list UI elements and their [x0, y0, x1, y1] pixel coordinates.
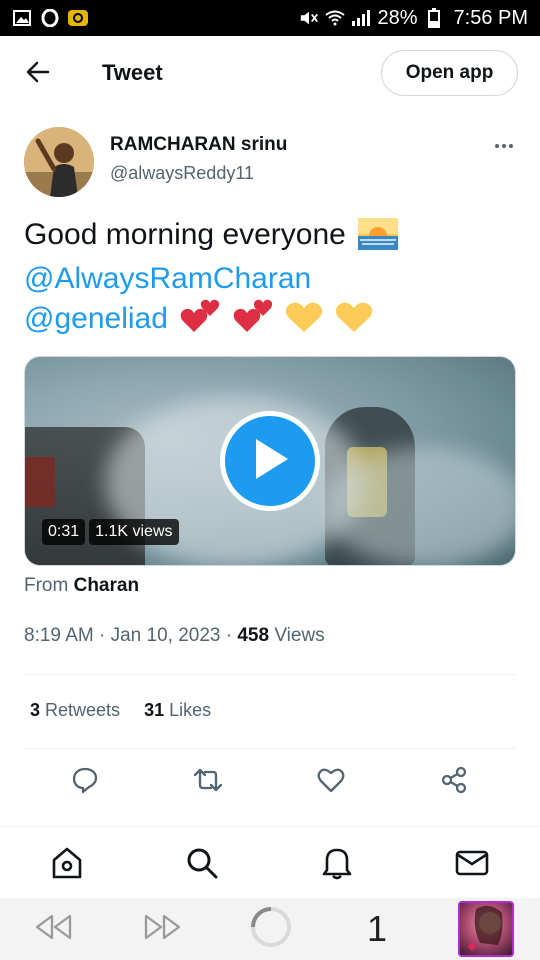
browser-back-button[interactable] — [32, 906, 76, 952]
author-name[interactable]: RAMCHARAN srinu — [110, 134, 287, 156]
tweet-actions — [0, 764, 540, 800]
retweets-label: Retweets — [40, 700, 121, 720]
video-badges: 0:31 1.1K views — [42, 519, 179, 545]
likes-stat[interactable]: 31 Likes — [144, 700, 211, 721]
arrow-left-icon — [26, 61, 50, 88]
nav-notifications[interactable] — [317, 845, 357, 885]
views-label: Views — [269, 625, 325, 646]
engagement-stats: 3 Retweets 31 Likes — [30, 700, 211, 721]
rewind-icon — [34, 913, 74, 946]
tweet-meta: 8:19 AM · Jan 10, 2023 · 458 Views — [24, 625, 325, 647]
tweet-text-line1: Good morning everyone — [24, 218, 346, 251]
share-button[interactable] — [436, 764, 472, 800]
video-views: 1.1K views — [89, 519, 179, 545]
app-notification-icon — [68, 9, 88, 27]
retweet-icon — [193, 766, 223, 799]
back-button[interactable] — [22, 58, 54, 90]
status-bar-left — [12, 9, 88, 27]
battery-percent: 28% — [377, 6, 418, 29]
top-header: Tweet Open app — [0, 36, 540, 112]
author-handle[interactable]: @alwaysReddy11 — [110, 163, 254, 184]
clock: 7:56 PM — [453, 6, 528, 29]
status-bar-right: 28% 7:56 PM — [299, 7, 528, 30]
divider — [24, 674, 516, 675]
bell-icon — [321, 846, 353, 885]
yellow-heart-emoji-icon — [335, 300, 373, 344]
mention-link[interactable]: @AlwaysRamCharan — [24, 262, 311, 295]
bottom-navigation — [0, 826, 540, 898]
gallery-icon — [12, 9, 32, 27]
yellow-heart-emoji-icon — [285, 300, 323, 344]
battery-icon — [424, 8, 444, 28]
spinner-icon — [249, 905, 293, 954]
mention-link[interactable]: @geneliad — [24, 302, 168, 335]
two-hearts-emoji-icon — [180, 298, 220, 344]
reply-button[interactable] — [67, 764, 103, 800]
heart-icon — [317, 767, 345, 798]
sunrise-emoji-icon — [358, 218, 399, 260]
page-thumbnail[interactable] — [458, 901, 514, 957]
mail-icon — [455, 849, 489, 882]
from-prefix: From — [24, 575, 69, 596]
likes-label: Likes — [164, 700, 212, 720]
dot-icon — [495, 144, 499, 148]
status-bar: 28% 7:56 PM — [0, 0, 540, 36]
browser-forward-button[interactable] — [140, 906, 184, 952]
two-hearts-emoji-icon — [233, 298, 273, 344]
search-icon — [185, 846, 219, 885]
wifi-icon — [325, 9, 346, 27]
tweet-text: Good morning everyone @AlwaysRamCharan @… — [24, 216, 514, 344]
tweet-timestamp[interactable]: 8:19 AM · Jan 10, 2023 · — [24, 625, 237, 646]
dot-icon — [502, 144, 506, 148]
home-icon — [50, 846, 84, 885]
divider — [24, 748, 516, 749]
loading-indicator[interactable] — [248, 906, 294, 952]
video-player[interactable]: 0:31 1.1K views — [24, 356, 516, 566]
attribution-line: From Charan — [24, 575, 139, 597]
avatar[interactable] — [24, 127, 94, 197]
likes-count: 31 — [144, 700, 165, 720]
from-name-link[interactable]: Charan — [74, 575, 139, 596]
play-icon — [250, 437, 290, 486]
views-count: 458 — [237, 625, 270, 646]
video-duration: 0:31 — [42, 519, 86, 545]
fast-forward-icon — [142, 913, 182, 946]
browser-toolbar: 1 — [0, 898, 540, 960]
mute-icon — [299, 9, 319, 27]
retweets-count: 3 — [30, 700, 41, 720]
open-app-button[interactable]: Open app — [381, 50, 518, 96]
nav-search[interactable] — [182, 845, 222, 885]
more-options-button[interactable] — [490, 136, 518, 156]
dot-icon — [509, 144, 513, 148]
like-button[interactable] — [313, 764, 349, 800]
retweets-stat[interactable]: 3 Retweets — [30, 700, 120, 721]
nav-messages[interactable] — [452, 845, 492, 885]
share-icon — [440, 766, 468, 799]
signal-icon — [351, 9, 371, 27]
play-button[interactable] — [220, 411, 320, 511]
retweet-button[interactable] — [190, 764, 226, 800]
page-title: Tweet — [102, 60, 163, 85]
tab-counter[interactable]: 1 — [362, 906, 392, 952]
opera-icon — [40, 9, 60, 27]
reply-icon — [71, 766, 99, 799]
nav-home[interactable] — [47, 845, 87, 885]
